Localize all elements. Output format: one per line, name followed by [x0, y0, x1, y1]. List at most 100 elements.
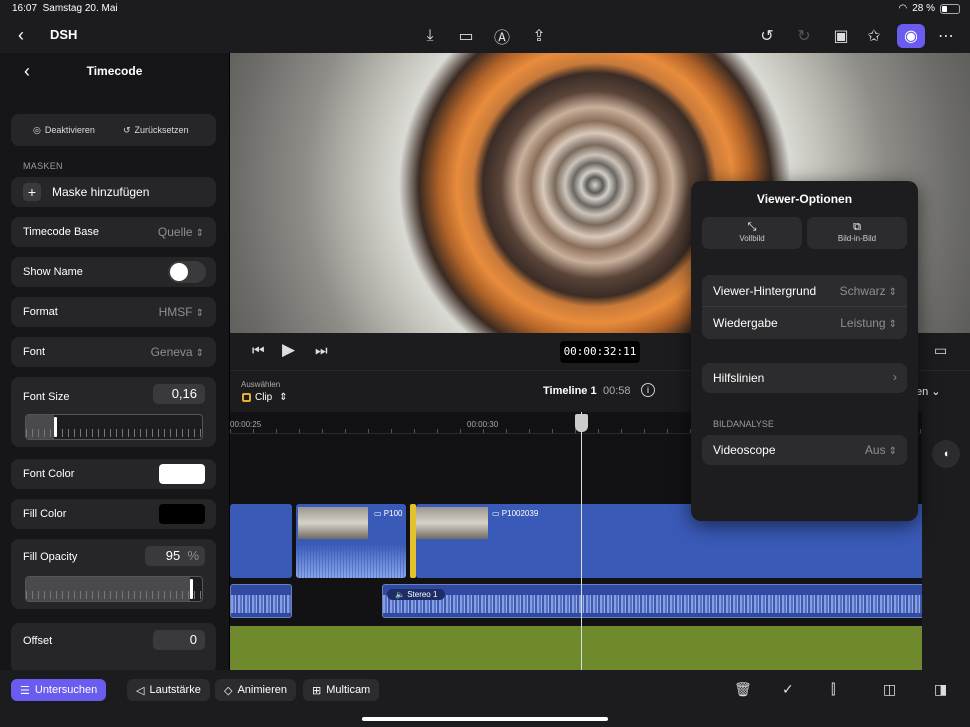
wifi-icon: ◠ — [898, 3, 908, 14]
fill-opacity-label: Fill Opacity — [23, 551, 78, 563]
timeline-menu-partial[interactable]: en ⌄ — [916, 385, 941, 398]
animate-label: Animieren — [237, 684, 287, 696]
show-name-toggle[interactable] — [168, 261, 206, 283]
pip-icon: ⧉ — [853, 221, 861, 233]
clip-waveform — [296, 544, 406, 578]
fill-opacity-slider[interactable] — [25, 576, 203, 602]
volume-knob-icon[interactable]: ◖ — [932, 440, 960, 468]
videoscope-value: Aus ⇕ — [864, 443, 897, 457]
guides-row[interactable]: Hilfslinien › — [702, 363, 907, 393]
chevron-right-icon: › — [893, 370, 897, 384]
info-icon[interactable]: i — [641, 383, 655, 397]
status-bar: 16:07 Samstag 20. Mai ◠ 28 % — [0, 0, 970, 18]
inspect-button[interactable]: ☰ Untersuchen — [11, 679, 107, 701]
camera-icon[interactable]: ▭ — [454, 24, 478, 48]
inspector-toggle-icon[interactable]: ◉ — [897, 24, 925, 48]
browser-icon[interactable]: ✩ — [862, 24, 886, 48]
checkmark-icon[interactable]: ✓ — [782, 681, 794, 698]
photos-icon[interactable]: ▣ — [829, 24, 853, 48]
detach-icon[interactable]: ◫ — [883, 681, 896, 698]
more-icon[interactable]: ⋯ — [934, 24, 958, 48]
updown-icon: ⇕ — [195, 228, 204, 239]
masks-section-label: MASKEN — [23, 161, 63, 171]
font-color-label: Font Color — [23, 468, 75, 480]
eye-icon: ◎ — [33, 124, 41, 135]
undo-icon[interactable]: ↺ — [755, 24, 779, 48]
skip-forward-icon[interactable]: ⏭ — [315, 342, 328, 359]
play-icon[interactable]: ▶ — [282, 340, 295, 360]
ruler-label: 00:00:25 — [230, 420, 262, 429]
pip-button[interactable]: ⧉ Bild-in-Bild — [807, 217, 907, 249]
offset-field[interactable]: 0 — [153, 630, 205, 650]
background-track[interactable] — [230, 626, 942, 670]
playback-value: Leistung ⇕ — [840, 316, 897, 330]
offset-label: Offset — [23, 635, 53, 647]
updown-icon: ⇕ — [195, 308, 204, 319]
trim-end-icon[interactable]: ◨ — [934, 681, 947, 698]
playback-label: Wiedergabe — [713, 316, 778, 330]
timecode-base-label: Timecode Base — [23, 226, 100, 238]
pip-label: Bild-in-Bild — [837, 234, 877, 243]
font-value: Geneva ⇕ — [150, 345, 204, 359]
playhead-handle[interactable] — [575, 414, 588, 432]
clip-thumbnail — [298, 507, 368, 539]
viewer-options-icon[interactable]: ▭ — [934, 342, 947, 359]
playhead[interactable] — [575, 412, 588, 670]
background-row[interactable]: Viewer-Hintergrund Schwarz ⇕ — [702, 275, 907, 307]
font-color-row: Font Color — [11, 459, 216, 489]
import-icon[interactable]: ⤓ — [418, 24, 442, 48]
font-row[interactable]: Font Geneva ⇕ — [11, 337, 216, 367]
audio-clip[interactable] — [230, 584, 292, 618]
clip-selector-label: Clip — [255, 392, 273, 403]
reset-button[interactable]: ↺ Zurücksetzen — [123, 120, 189, 140]
font-size-field[interactable]: 0,16 — [153, 384, 205, 404]
font-color-swatch[interactable] — [159, 464, 205, 484]
speaker-icon: ◁ — [136, 684, 145, 697]
videoscope-label: Videoscope — [713, 443, 776, 457]
clip-selector[interactable]: Clip ⇕ — [242, 392, 288, 403]
playback-row[interactable]: Wiedergabe Leistung ⇕ — [702, 307, 907, 339]
split-icon[interactable]: ⫿ — [831, 681, 835, 698]
updown-icon: ⇕ — [888, 319, 897, 330]
guides-label: Hilfslinien — [713, 371, 765, 385]
share-icon[interactable]: ⇪ — [527, 24, 551, 48]
animate-icon: ◇ — [224, 684, 233, 697]
reset-label: Zurücksetzen — [134, 125, 189, 135]
trash-icon[interactable]: 🗑 — [734, 681, 752, 698]
voiceover-icon[interactable]: Ⓐ — [490, 24, 514, 48]
slider-handle[interactable] — [54, 417, 57, 437]
fullscreen-button[interactable]: ⤡ Vollbild — [702, 217, 802, 249]
battery-icon — [940, 3, 960, 14]
fill-color-label: Fill Color — [23, 508, 67, 520]
volume-button[interactable]: ◁ Lautstärke — [127, 679, 210, 701]
back-chevron-icon[interactable]: ‹ — [18, 25, 24, 46]
font-size-slider[interactable] — [25, 414, 203, 440]
ruler-label: 00:00:30 — [467, 420, 499, 429]
skip-back-icon[interactable]: ⏮ — [252, 342, 265, 359]
timecode-display: 00:00:32:11 — [560, 341, 640, 363]
updown-icon: ⇕ — [888, 287, 897, 298]
fullscreen-icon: ⤡ — [747, 221, 757, 233]
home-indicator — [362, 717, 608, 721]
reset-icon: ↺ — [123, 124, 131, 135]
animate-button[interactable]: ◇ Animieren — [215, 679, 296, 701]
add-mask-button[interactable]: + Maske hinzufügen — [11, 177, 216, 207]
multicam-button[interactable]: ⊞ Multicam — [303, 679, 380, 701]
video-clip[interactable] — [230, 504, 292, 578]
slider-handle[interactable] — [190, 579, 193, 599]
updown-icon: ⇕ — [888, 446, 897, 457]
deactivate-label: Deaktivieren — [44, 125, 95, 135]
audio-clip-label: 🔈 Stereo 1 — [387, 589, 446, 600]
video-clip[interactable]: ▭ P100 — [296, 504, 406, 578]
audio-clip[interactable]: 🔈 Stereo 1 — [382, 584, 942, 618]
timecode-base-row[interactable]: Timecode Base Quelle ⇕ — [11, 217, 216, 247]
redo-icon[interactable]: ↻ — [792, 24, 816, 48]
volume-label: Lautstärke — [149, 684, 201, 696]
clip-name: ▭ P1002039 — [492, 509, 539, 518]
videoscope-row[interactable]: Videoscope Aus ⇕ — [702, 435, 907, 465]
fill-color-swatch[interactable] — [159, 504, 205, 524]
deactivate-button[interactable]: ◎ Deaktivieren — [33, 120, 95, 140]
format-row[interactable]: Format HMSF ⇕ — [11, 297, 216, 327]
fill-opacity-field[interactable]: 95 % — [145, 546, 205, 566]
format-value: HMSF ⇕ — [158, 305, 204, 319]
